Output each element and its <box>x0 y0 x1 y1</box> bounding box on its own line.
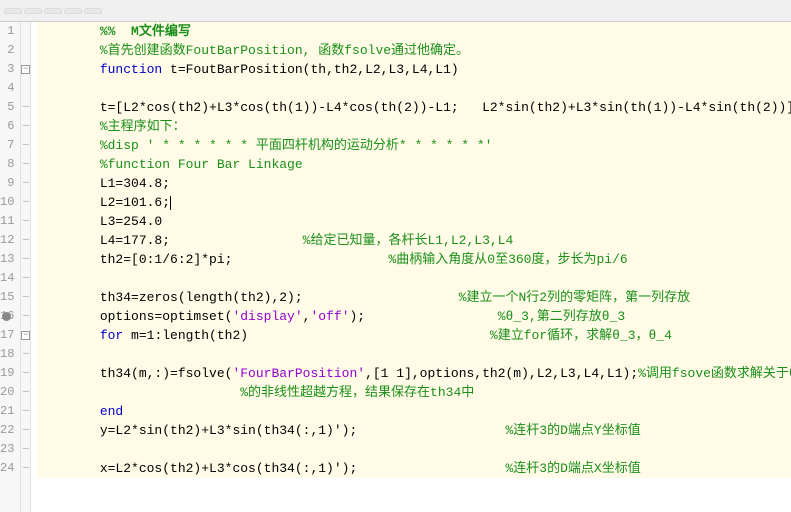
tab[interactable] <box>44 8 62 14</box>
fold-line-icon: — <box>23 387 29 398</box>
code-line[interactable]: L1=304.8; <box>37 174 791 193</box>
line-number: 17 <box>0 326 20 345</box>
code-line[interactable]: %disp ' * * * * * * 平面四杆机构的运动分析* * * * *… <box>37 136 791 155</box>
fold-line-icon: — <box>23 159 29 170</box>
fold-line-icon: — <box>23 463 29 474</box>
tab[interactable] <box>24 8 42 14</box>
fold-line-icon: — <box>23 121 29 132</box>
tab[interactable] <box>4 8 22 14</box>
line-number: 10 <box>0 193 20 212</box>
line-number: 4 <box>0 79 20 98</box>
line-number: 3 <box>0 60 20 79</box>
fold-gutter: − — — — — — — — — — — — — − — — — — — — … <box>21 22 31 512</box>
fold-line-icon: — <box>23 311 29 322</box>
fold-line-icon: — <box>23 178 29 189</box>
line-number: 15 <box>0 288 20 307</box>
line-number: 2 <box>0 41 20 60</box>
code-line[interactable] <box>37 269 791 288</box>
line-number: 19 <box>0 364 20 383</box>
fold-line-icon: — <box>23 216 29 227</box>
line-number: 23 <box>0 440 20 459</box>
line-number: 20 <box>0 383 20 402</box>
text-cursor <box>170 196 171 210</box>
line-number: 21 <box>0 402 20 421</box>
fold-line-icon: — <box>23 235 29 246</box>
code-line[interactable]: %主程序如下： <box>37 117 791 136</box>
line-number: 6 <box>0 117 20 136</box>
code-editor[interactable]: 1 2 3 4 5 6 7 8 9 10 11 12 13 14 15 16 1… <box>0 22 791 512</box>
code-line[interactable] <box>37 345 791 364</box>
line-number: 11 <box>0 212 20 231</box>
code-line[interactable]: %function Four Bar Linkage <box>37 155 791 174</box>
code-line[interactable]: th34(m,:)=fsolve('FourBarPosition',[1 1]… <box>37 364 791 383</box>
fold-line-icon: — <box>23 140 29 151</box>
code-line[interactable] <box>37 440 791 459</box>
breakpoint-icon[interactable] <box>2 312 11 321</box>
code-line[interactable]: th34=zeros(length(th2),2); %建立一个N行2列的零矩阵… <box>37 288 791 307</box>
line-number: 8 <box>0 155 20 174</box>
code-line[interactable]: for m=1:length(th2) %建立for循环，求解θ_3，θ_4 <box>37 326 791 345</box>
fold-line-icon: — <box>23 254 29 265</box>
fold-line-icon: — <box>23 197 29 208</box>
tab[interactable] <box>64 8 82 14</box>
tab-bar <box>0 0 791 22</box>
code-line[interactable]: t=[L2*cos(th2)+L3*cos(th(1))-L4*cos(th(2… <box>37 98 791 117</box>
line-number: 14 <box>0 269 20 288</box>
line-number: 18 <box>0 345 20 364</box>
line-number: 22 <box>0 421 20 440</box>
code-line[interactable]: %首先创建函数FoutBarPosition, 函数fsolve通过他确定。 <box>37 41 791 60</box>
line-number-gutter: 1 2 3 4 5 6 7 8 9 10 11 12 13 14 15 16 1… <box>0 22 21 512</box>
code-line[interactable]: %% M文件编写 <box>37 22 791 41</box>
code-line[interactable]: options=optimset('display','off'); %θ_3,… <box>37 307 791 326</box>
line-number: 16 <box>0 307 20 326</box>
code-line[interactable]: L2=101.6; <box>37 193 791 212</box>
code-line[interactable]: function t=FoutBarPosition(th,th2,L2,L3,… <box>37 60 791 79</box>
fold-toggle[interactable]: − <box>21 331 30 340</box>
line-number: 9 <box>0 174 20 193</box>
fold-line-icon: — <box>23 102 29 113</box>
code-line[interactable] <box>37 79 791 98</box>
fold-line-icon: — <box>23 406 29 417</box>
line-number: 1 <box>0 22 20 41</box>
line-number: 5 <box>0 98 20 117</box>
code-area[interactable]: %% M文件编写 %首先创建函数FoutBarPosition, 函数fsolv… <box>31 22 791 512</box>
fold-line-icon: — <box>23 425 29 436</box>
tab[interactable] <box>84 8 102 14</box>
fold-toggle[interactable]: − <box>21 65 30 74</box>
fold-line-icon: — <box>23 292 29 303</box>
fold-line-icon: — <box>23 273 29 284</box>
code-line[interactable]: x=L2*cos(th2)+L3*cos(th34(:,1)'); %连杆3的D… <box>37 459 791 478</box>
code-line[interactable]: %的非线性超越方程，结果保存在th34中 <box>37 383 791 402</box>
fold-line-icon: — <box>23 444 29 455</box>
fold-line-icon: — <box>23 368 29 379</box>
code-line[interactable]: y=L2*sin(th2)+L3*sin(th34(:,1)'); %连杆3的D… <box>37 421 791 440</box>
line-number: 13 <box>0 250 20 269</box>
fold-line-icon: — <box>23 349 29 360</box>
code-line[interactable]: L3=254.0 <box>37 212 791 231</box>
line-number: 12 <box>0 231 20 250</box>
line-number: 24 <box>0 459 20 478</box>
code-line[interactable]: th2=[0:1/6:2]*pi; %曲柄输入角度从0至360度，步长为pi/6 <box>37 250 791 269</box>
code-line[interactable]: L4=177.8; %给定已知量，各杆长L1,L2,L3,L4 <box>37 231 791 250</box>
line-number: 7 <box>0 136 20 155</box>
code-line[interactable]: end <box>37 402 791 421</box>
